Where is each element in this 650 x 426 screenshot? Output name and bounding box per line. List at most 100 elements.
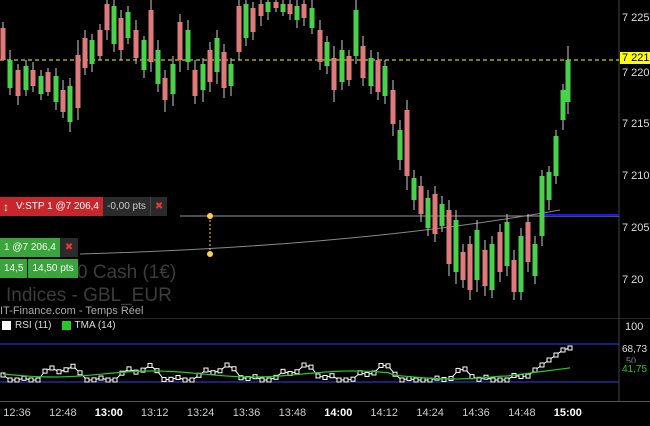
rsi-point <box>280 368 286 374</box>
time-tick: 12:48 <box>49 407 77 419</box>
rsi-point <box>259 377 265 383</box>
candle-body <box>539 176 545 236</box>
rsi-point <box>504 377 510 383</box>
close-position-icon[interactable]: ✖ <box>59 238 79 257</box>
candle-body <box>432 194 438 234</box>
price-chart[interactable]: France 40 Cash (1€) Indices - GBL_EUR IT… <box>0 0 650 320</box>
rsi-point <box>420 377 426 383</box>
candle-body <box>504 222 510 266</box>
candle-body <box>280 4 286 12</box>
rsi-point <box>455 367 461 373</box>
candle-body <box>45 72 51 92</box>
rsi-point <box>462 366 468 372</box>
rsi-point <box>203 367 209 373</box>
rsi-point <box>266 377 272 383</box>
candle-body <box>309 8 315 28</box>
rsi-point <box>28 377 34 383</box>
candle-body <box>258 4 264 16</box>
candle-body <box>228 64 234 86</box>
tma-legend-label[interactable]: TMA (14) <box>75 320 116 331</box>
price-tick: 7 215 <box>622 118 650 130</box>
candle-body <box>200 64 206 90</box>
rsi-point <box>399 377 405 383</box>
tma-swatch <box>61 321 71 330</box>
watermark-source: IT-Finance.com - Temps Réel <box>0 305 144 317</box>
candle-body <box>560 90 566 120</box>
price-tick: 7 205 <box>622 222 650 234</box>
close-stop-order-icon[interactable]: ✖ <box>149 197 168 216</box>
time-tick: 14:36 <box>462 407 490 419</box>
candle-body <box>15 70 21 96</box>
stop-order-points: -0,00 pts <box>102 197 150 216</box>
rsi-point <box>525 373 531 379</box>
order-handle-icon <box>207 213 213 219</box>
candle-body <box>30 70 36 86</box>
order-handle-icon <box>207 251 213 257</box>
rsi-panel[interactable]: RSI (11) TMA (14) 100 50 68,73 41,75 <box>0 318 650 401</box>
rsi-point <box>7 377 13 383</box>
limit-order-tag[interactable]: 14,5 14,50 pts <box>0 259 78 278</box>
rsi-legend-label[interactable]: RSI (11) <box>15 320 52 331</box>
candle-body <box>324 42 330 66</box>
time-tick: 14:48 <box>508 407 536 419</box>
rsi-point <box>133 369 139 375</box>
drag-handle-icon[interactable]: ↕ <box>0 197 12 216</box>
rsi-point <box>224 362 230 368</box>
rsi-point <box>147 362 153 368</box>
time-tick: 13:24 <box>186 407 215 419</box>
rsi-point <box>63 367 69 373</box>
candle-body <box>67 86 73 122</box>
rsi-point <box>294 369 300 375</box>
time-tick: 14:24 <box>416 407 444 419</box>
candle-body <box>104 4 110 30</box>
rsi-point <box>210 370 216 376</box>
position-tag[interactable]: 1 @7 206,4 ✖ <box>0 238 79 257</box>
candle-body <box>565 60 571 102</box>
position-label: 1 @7 206,4 <box>0 238 60 257</box>
rsi-point <box>35 377 41 383</box>
candle-body <box>404 110 410 176</box>
candle-body <box>418 186 424 214</box>
candle-body <box>60 90 66 112</box>
rsi-point <box>301 362 307 368</box>
candle-body <box>141 40 147 70</box>
rsi-point <box>112 377 118 383</box>
candle-body <box>439 204 445 226</box>
candle-body <box>482 250 488 286</box>
rsi-axis-top: 100 <box>625 321 644 333</box>
rsi-point <box>77 370 83 376</box>
limit-order-points: 14,50 pts <box>27 259 78 278</box>
candle-body <box>162 78 168 100</box>
rsi-point <box>105 377 111 383</box>
candle-body <box>170 64 176 94</box>
rsi-swatch <box>2 321 11 330</box>
rsi-point <box>161 377 167 383</box>
rsi-point <box>21 375 27 381</box>
rsi-point <box>56 369 62 375</box>
rsi-point <box>168 376 174 382</box>
rsi-point <box>42 368 48 374</box>
rsi-point <box>350 376 356 382</box>
rsi-point <box>308 364 314 370</box>
candle-body <box>75 55 81 108</box>
candle-body <box>111 6 117 44</box>
rsi-current-value: 68,73 <box>620 343 650 356</box>
stop-order-tag[interactable]: ↕ V:STP 1 @7 206,4 -0,00 pts ✖ <box>0 197 168 216</box>
rsi-point <box>175 374 181 380</box>
candle-body <box>453 220 459 272</box>
time-axis: 12:36 12:48 13:00 13:12 13:24 13:36 13:48 14:00… <box>0 401 650 426</box>
price-tick: 7 220 <box>622 67 650 79</box>
candle-body <box>411 178 417 200</box>
candle-body <box>214 38 220 72</box>
candle-body <box>207 50 213 82</box>
price-tick: 7 20 <box>622 274 644 286</box>
rsi-point <box>70 363 76 369</box>
candle-body <box>294 6 300 20</box>
rsi-point <box>126 366 132 372</box>
time-tick: 12:36 <box>3 407 31 419</box>
candle-body <box>474 230 480 280</box>
candle-body <box>221 52 227 88</box>
candle-body <box>185 30 191 62</box>
candle-body <box>382 66 388 96</box>
rsi-point <box>322 374 328 380</box>
